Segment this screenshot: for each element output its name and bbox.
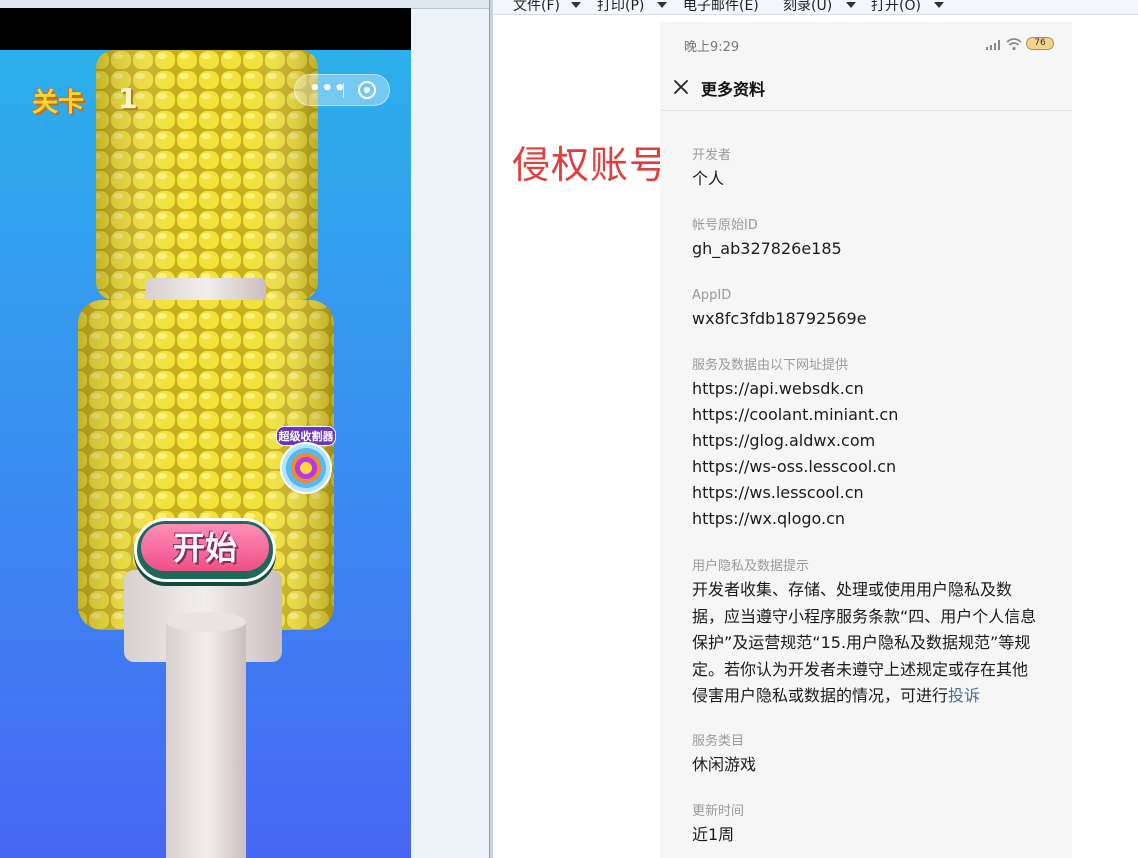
wifi-icon bbox=[1006, 38, 1022, 51]
phone-status-bar bbox=[0, 8, 411, 50]
close-icon[interactable] bbox=[672, 78, 690, 96]
infringing-account-label: 侵权账号 bbox=[512, 143, 669, 187]
menu-email[interactable]: 电子邮件(E) bbox=[683, 0, 759, 14]
service-urls-field: 服务及数据由以下网址提供 https://api.websdk.cn https… bbox=[692, 358, 1052, 532]
capsule-close-icon[interactable] bbox=[358, 81, 376, 99]
updated-field: 更新时间 近1周 bbox=[692, 804, 1052, 848]
menu-bar: 文件(F) 打印(P) 电子邮件(E) 刻录(U) 打开(O) bbox=[493, 0, 1138, 15]
signal-icon bbox=[986, 40, 1000, 50]
url-item: https://ws-oss.lesscool.cn bbox=[692, 457, 897, 476]
url-item: https://api.websdk.cn bbox=[692, 379, 864, 398]
url-item: https://glog.aldwx.com bbox=[692, 431, 876, 450]
corn-scene bbox=[78, 50, 334, 858]
url-item: https://wx.qlogo.cn bbox=[692, 509, 846, 528]
status-time: 晚上9:29 bbox=[684, 40, 740, 55]
developer-field: 开发者 个人 bbox=[692, 148, 1052, 192]
menu-print[interactable]: 打印(P) bbox=[597, 0, 644, 14]
chevron-down-icon[interactable] bbox=[934, 2, 944, 8]
field-value: gh_ab327826e185 bbox=[692, 239, 842, 258]
start-button[interactable]: 开始 bbox=[134, 518, 276, 582]
field-label: 服务类目 bbox=[692, 734, 745, 749]
start-button-label: 开始 bbox=[141, 524, 269, 571]
url-item: https://ws.lesscool.cn bbox=[692, 483, 864, 502]
url-item: https://coolant.miniant.cn bbox=[692, 405, 899, 424]
miniprogram-capsule: ••• bbox=[294, 74, 390, 106]
menu-open[interactable]: 打开(O) bbox=[871, 0, 921, 14]
field-label: 更新时间 bbox=[692, 804, 745, 819]
field-label: 帐号原始ID bbox=[692, 218, 758, 233]
menu-file[interactable]: 文件(F) bbox=[513, 0, 560, 14]
field-value: 近1周 bbox=[692, 825, 735, 844]
game-screen[interactable]: 关卡 1 ••• 超级收割器 开始 bbox=[0, 8, 411, 858]
field-value: 休闲游戏 bbox=[692, 755, 757, 774]
field-value: 个人 bbox=[692, 169, 725, 188]
chevron-down-icon[interactable] bbox=[571, 2, 581, 8]
privacy-body: 开发者收集、存储、处理或使用用户隐私及数据，应当遵守小程序服务条款“四、用户个人… bbox=[692, 580, 1037, 705]
field-label: 用户隐私及数据提示 bbox=[692, 559, 810, 574]
panel-header: 更多资料 bbox=[660, 72, 1072, 111]
level-label: 关卡 bbox=[32, 88, 85, 118]
field-value: wx8fc3fdb18792569e bbox=[692, 309, 867, 328]
original-id-field: 帐号原始ID gh_ab327826e185 bbox=[692, 218, 1052, 262]
field-label: AppID bbox=[692, 288, 732, 303]
game-window: 关卡 1 ••• 超级收割器 开始 bbox=[0, 0, 492, 858]
field-label: 服务及数据由以下网址提供 bbox=[692, 358, 849, 373]
appid-field: AppID wx8fc3fdb18792569e bbox=[692, 288, 1052, 332]
battery-icon: 76 bbox=[1026, 37, 1054, 50]
chevron-down-icon[interactable] bbox=[657, 2, 667, 8]
saw-blade-icon bbox=[280, 442, 332, 494]
category-field: 服务类目 休闲游戏 bbox=[692, 734, 1052, 778]
chevron-down-icon[interactable] bbox=[846, 2, 856, 8]
privacy-text: 开发者收集、存储、处理或使用用户隐私及数据，应当遵守小程序服务条款“四、用户个人… bbox=[692, 577, 1042, 710]
more-info-panel: 晚上9:29 76 更多资料 开发者 个人 帐号原始ID gh_ab327826… bbox=[660, 22, 1072, 858]
corn-stick bbox=[166, 620, 246, 858]
level-number: 1 bbox=[118, 82, 138, 115]
privacy-field: 用户隐私及数据提示 开发者收集、存储、处理或使用用户隐私及数据，应当遵守小程序服… bbox=[692, 559, 1052, 710]
status-icons: 76 bbox=[986, 36, 1058, 52]
menu-burn[interactable]: 刻录(U) bbox=[783, 0, 832, 14]
panel-title: 更多资料 bbox=[701, 80, 766, 99]
capsule-divider bbox=[343, 83, 344, 98]
url-list: https://api.websdk.cn https://coolant.mi… bbox=[692, 376, 1052, 532]
complain-link[interactable]: 投诉 bbox=[948, 686, 980, 705]
more-dots-icon[interactable]: ••• bbox=[309, 79, 346, 101]
field-label: 开发者 bbox=[692, 148, 732, 163]
super-harvester-powerup[interactable]: 超级收割器 bbox=[276, 426, 336, 496]
